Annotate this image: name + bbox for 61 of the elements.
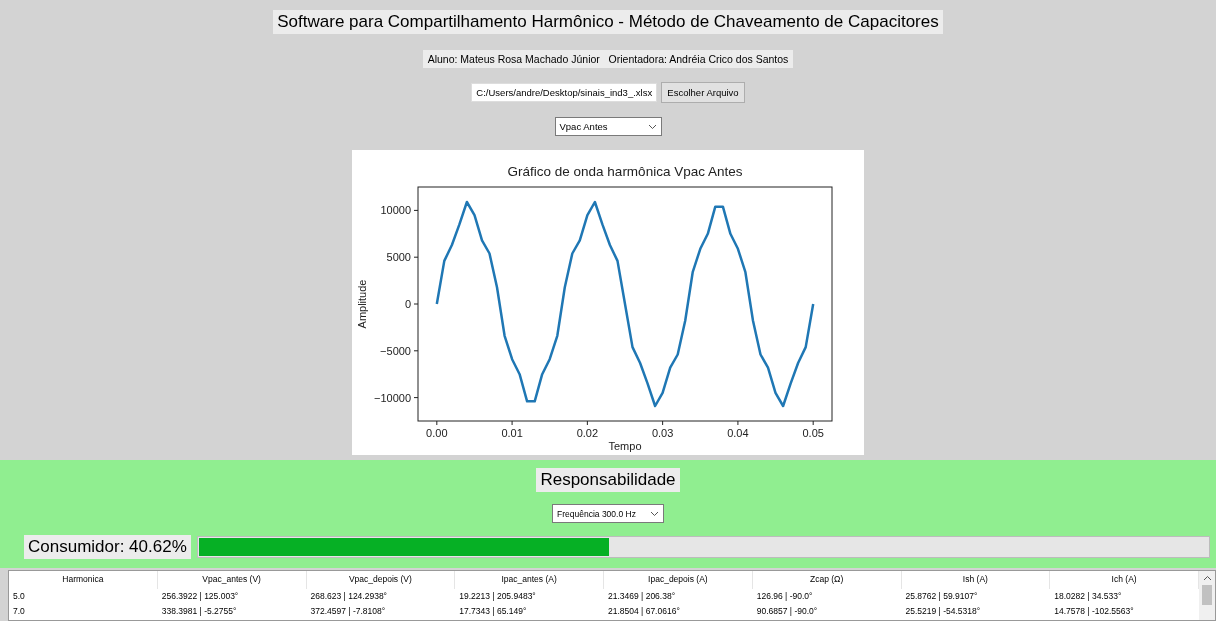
column-header[interactable]: Ish (A) — [901, 571, 1051, 589]
x-tick: 0.01 — [501, 420, 523, 439]
frequency-dropdown[interactable]: Frequência 300.0 Hz — [552, 504, 664, 523]
y-tick-label: −5000 — [380, 344, 411, 357]
table-cell-text: 126.96 | -90.0° — [755, 590, 814, 603]
x-axis-label: Tempo — [608, 440, 642, 452]
y-tick-label: 0 — [404, 298, 411, 310]
y-axis-label: Amplitude — [356, 279, 368, 329]
chevron-up-icon[interactable] — [1202, 575, 1212, 581]
y-tick-label: 10000 — [380, 204, 411, 217]
x-tick: 0.05 — [802, 420, 824, 439]
y-tick: 10000 — [380, 204, 419, 217]
table-cell-text: 21.3469 | 206.38° — [607, 590, 677, 603]
chevron-down-icon — [647, 123, 657, 130]
table-cell-text: 25.8762 | 59.9107° — [904, 590, 979, 603]
choose-file-button[interactable]: Escolher Arquivo — [661, 82, 745, 103]
x-tick: 0.03 — [651, 420, 674, 439]
scrollbar[interactable] — [1199, 571, 1215, 620]
column-header[interactable]: Harmonica — [9, 571, 158, 589]
table-cell-text: 21.8504 | 67.0616° — [607, 605, 681, 618]
table-cell-text: 90.6857 | -90.0° — [755, 605, 819, 618]
x-tick: 0.04 — [727, 420, 749, 439]
table-cell-text: 372.4597 | -7.8108° — [309, 605, 387, 618]
y-tick: −10000 — [374, 391, 419, 404]
y-tick: −5000 — [380, 344, 419, 357]
table-cell-text: 7.0 — [12, 605, 26, 618]
table-cell-text: 19.2213 | 205.9483° — [458, 590, 537, 603]
scroll-thumb[interactable] — [1202, 585, 1212, 605]
chart-title: Gráfico de onda harmônica Vpac Antes — [507, 164, 743, 179]
column-header[interactable]: Vpac_depois (V) — [306, 571, 456, 589]
file-path-field[interactable]: C:/Users/andre/Desktop/sinais_ind3_.xlsx — [471, 83, 658, 102]
authors-text: Aluno: Mateus Rosa Machado Júnior Orientadora: Andréia Crico dos Santos — [422, 50, 794, 68]
consumer-label: Consumidor: 40.62% — [24, 535, 191, 559]
y-tick: 0 — [404, 298, 419, 310]
column-header[interactable]: Zcap (Ω) — [752, 571, 902, 589]
table-cell-text: 338.3981 | -5.2755° — [160, 605, 238, 618]
signal-dropdown[interactable]: Vpac Antes — [554, 117, 662, 136]
y-tick-label: −10000 — [373, 391, 411, 404]
x-tick-label: 0.01 — [501, 427, 523, 439]
column-header[interactable]: Vpac_antes (V) — [157, 571, 307, 589]
x-tick-label: 0.00 — [426, 427, 448, 439]
x-tick: 0.02 — [576, 420, 599, 439]
table-cell-text: 268.623 | 124.2938° — [309, 590, 388, 603]
column-header[interactable]: Ipac_antes (A) — [455, 571, 604, 589]
column-header[interactable]: Ipac_depois (A) — [604, 571, 753, 589]
section-title: Responsabilidade — [536, 468, 680, 492]
app-title: Software para Compartilhamento Harmônico - Método de Chaveamento de Capacitores — [273, 10, 943, 34]
chevron-down-icon — [650, 510, 659, 517]
table-cell-text: 14.7578 | -102.5563° — [1053, 605, 1135, 618]
x-tick-label: 0.04 — [727, 427, 749, 439]
x-tick-label: 0.03 — [651, 427, 674, 439]
y-tick: 5000 — [386, 251, 419, 264]
x-tick-label: 0.02 — [576, 427, 599, 439]
table-cell-text: 256.3922 | 125.003° — [160, 590, 240, 603]
y-tick-label: 5000 — [386, 251, 411, 264]
table-cell-text: 18.0282 | 34.533° — [1053, 590, 1123, 603]
x-tick-label: 0.05 — [802, 427, 824, 439]
table-cell-text: 25.5219 | -54.5318° — [904, 605, 982, 618]
table-cell-text: 5.0 — [12, 590, 26, 603]
x-tick: 0.00 — [426, 420, 448, 439]
table-cell-text: 17.7343 | 65.149° — [458, 605, 528, 618]
